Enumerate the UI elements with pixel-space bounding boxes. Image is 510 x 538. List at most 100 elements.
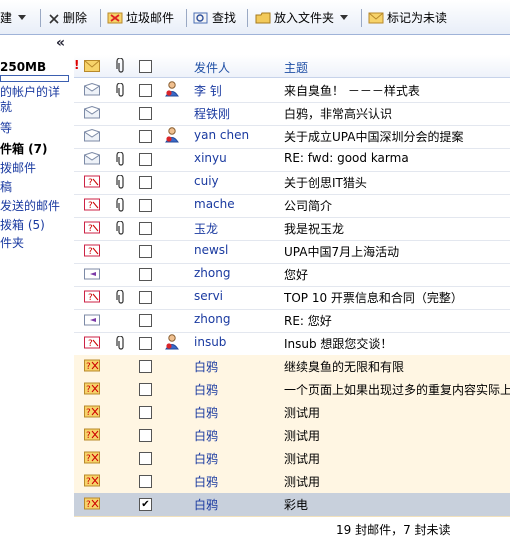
sender-cell[interactable]: zhong [194,312,280,326]
sender-cell[interactable]: 白鸦 [194,450,280,467]
table-row[interactable]: zhong RE: 您好 [74,309,510,333]
subject-cell[interactable]: 我是祝玉龙 [284,220,510,237]
table-row[interactable]: ? 白鸦 测试用 [74,401,510,425]
subject-cell[interactable]: 测试用 [284,404,510,421]
row-checkbox[interactable]: ✔ [139,498,152,511]
table-row[interactable]: ? 白鸦 继续臭鱼的无限和有限 [74,355,510,379]
table-row[interactable]: 程铁刚 白鸦，非常高兴认识 [74,102,510,126]
table-row[interactable]: ? servi TOP 10 开票信息和合同（完整） [74,286,510,310]
row-checkbox[interactable] [139,268,152,281]
sender-cell[interactable]: 白鸦 [194,381,280,398]
sender-cell[interactable]: 白鸦 [194,358,280,375]
sidebar-item-junk[interactable]: 拨邮件 [0,159,36,176]
sender-cell[interactable]: 李 钊 [194,82,280,99]
subject-cell[interactable]: RE: fwd: good karma [284,151,510,165]
subject-cell[interactable]: 您好 [284,266,510,283]
row-checkbox[interactable] [139,314,152,327]
find-button[interactable]: 查找 [193,9,236,27]
table-row[interactable]: xinyu RE: fwd: good karma [74,148,510,172]
move-to-folder-button[interactable]: 放入文件夹 [255,9,349,27]
row-checkbox[interactable] [139,406,152,419]
delete-button[interactable]: 删除 [48,9,87,27]
row-checkbox[interactable] [139,176,152,189]
subject-cell[interactable]: 关于创思IT猎头 [284,174,510,191]
subject-cell[interactable]: 公司简介 [284,197,510,214]
table-row[interactable]: ? mache 公司简介 [74,194,510,218]
subject-cell[interactable]: 白鸦，非常高兴认识 [284,105,510,122]
row-checkbox[interactable] [139,153,152,166]
row-checkbox[interactable] [139,383,152,396]
sender-cell[interactable]: xinyu [194,151,280,165]
sidebar-item-trash[interactable]: 拨箱 (5) [0,216,45,233]
chevron-down-icon[interactable] [340,15,349,20]
table-row[interactable]: 李 钊来自臭鱼！ －－－样式表 [74,79,510,103]
svg-text:?: ? [86,454,91,464]
sidebar-item-details-cont[interactable]: 就 [0,98,12,115]
row-checkbox[interactable] [139,360,152,373]
sidebar-item-folders[interactable]: 件夹 [0,234,24,251]
row-checkbox[interactable] [139,475,152,488]
subject-cell[interactable]: RE: 您好 [284,312,510,329]
table-row[interactable]: ? ✔ 白鸦 彩电 [74,493,510,517]
table-row[interactable]: ? 白鸦 一个页面上如果出现过多的重复内容实际上 [74,378,510,402]
contact-icon[interactable] [164,334,180,353]
sender-cell[interactable]: 白鸦 [194,404,280,421]
mark-unread-button[interactable]: 标记为未读 [368,9,447,27]
row-checkbox[interactable] [139,429,152,442]
table-row[interactable]: ? newsl UPA中国7月上海活动 [74,240,510,264]
subject-cell[interactable]: 测试用 [284,427,510,444]
sender-cell[interactable]: mache [194,197,280,211]
sender-cell[interactable]: 白鸦 [194,473,280,490]
sender-cell[interactable]: yan chen [194,128,280,142]
table-row[interactable]: ? 白鸦 测试用 [74,470,510,494]
sidebar-item-misc[interactable]: 等 [0,119,12,136]
table-row[interactable]: ? 白鸦 测试用 [74,447,510,471]
subject-cell[interactable]: 继续臭鱼的无限和有限 [284,358,510,375]
subject-cell[interactable]: UPA中国7月上海活动 [284,243,510,260]
table-row[interactable]: yan chen 关于成立UPA中国深圳分会的提案 [74,125,510,149]
contact-icon[interactable] [164,81,180,100]
table-row[interactable]: ? 玉龙 我是祝玉龙 [74,217,510,241]
row-checkbox[interactable] [139,337,152,350]
spam-button[interactable]: 垃圾邮件 [107,9,174,27]
subject-cell[interactable]: 一个页面上如果出现过多的重复内容实际上 [284,381,510,398]
sender-cell[interactable]: cuiy [194,174,280,188]
sidebar-item-inbox[interactable]: 件箱 (7) [0,140,48,157]
subject-cell[interactable]: 来自臭鱼！ －－－样式表 [284,82,510,99]
subject-cell[interactable]: 关于成立UPA中国深圳分会的提案 [284,128,510,145]
row-checkbox[interactable] [139,84,152,97]
contact-icon[interactable] [164,127,180,146]
row-checkbox[interactable] [139,107,152,120]
collapse-icon[interactable]: « [56,35,65,51]
subject-cell[interactable]: TOP 10 开票信息和合同（完整） [284,289,510,306]
sender-cell[interactable]: 程铁刚 [194,105,280,122]
table-row[interactable]: ? 白鸦 测试用 [74,424,510,448]
sidebar-item-drafts[interactable]: 稿 [0,178,12,195]
header-sender[interactable]: 发件人 [194,59,230,76]
sender-cell[interactable]: 白鸦 [194,427,280,444]
row-checkbox[interactable] [139,222,152,235]
header-subject[interactable]: 主题 [284,59,308,76]
subject-cell[interactable]: 彩电 [284,496,510,513]
chevron-down-icon[interactable] [18,15,27,20]
table-row[interactable]: ? insub Insub 想跟您交谈！ [74,332,510,356]
subject-cell[interactable]: 测试用 [284,450,510,467]
row-checkbox[interactable] [139,199,152,212]
subject-cell[interactable]: Insub 想跟您交谈！ [284,335,510,352]
row-checkbox[interactable] [139,245,152,258]
table-row[interactable]: zhong 您好 [74,263,510,287]
row-checkbox[interactable] [139,130,152,143]
table-row[interactable]: ? cuiy 关于创思IT猎头 [74,171,510,195]
sender-cell[interactable]: servi [194,289,280,303]
sender-cell[interactable]: 玉龙 [194,220,280,237]
row-checkbox[interactable] [139,291,152,304]
sender-cell[interactable]: zhong [194,266,280,280]
new-button[interactable]: 建 [0,9,27,27]
sender-cell[interactable]: 白鸦 [194,496,280,513]
sender-cell[interactable]: insub [194,335,280,349]
subject-cell[interactable]: 测试用 [284,473,510,490]
row-checkbox[interactable] [139,452,152,465]
sidebar-item-sent[interactable]: 发送的邮件 [0,197,60,214]
sender-cell[interactable]: newsl [194,243,280,257]
select-all-checkbox[interactable] [139,60,152,73]
